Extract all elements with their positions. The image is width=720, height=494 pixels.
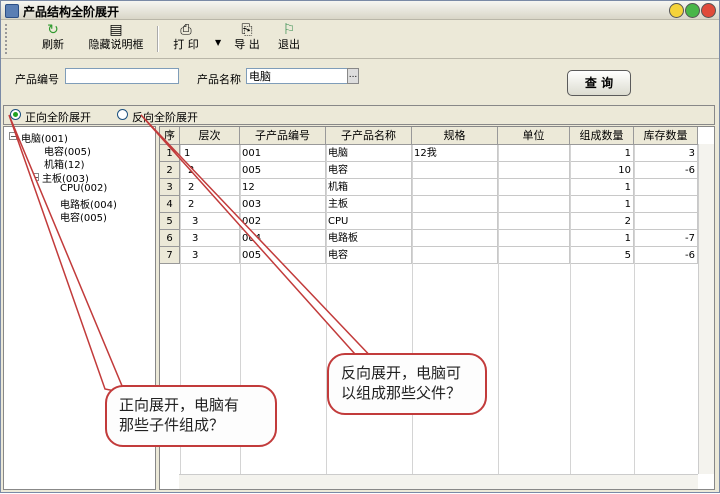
forward-callout: 正向展开，电脑有 那些子件组成？ [105,385,277,447]
reverse-callout-line2: 以组成那些父件？ [341,384,462,402]
forward-callout-line1: 正向展开，电脑有 [119,396,240,414]
reverse-callout-line1: 反向展开，电脑可 [341,364,462,382]
reverse-pointer [140,114,379,364]
forward-callout-line2: 那些子件组成？ [119,416,225,434]
reverse-callout: 反向展开，电脑可 以组成那些父件？ [327,353,487,415]
main-window: 产品结构全阶展开 ↻ 刷新 ▤ 隐藏说明框 ⎙ 打 印 ▼ ⎘ 导 出 ⚐ 退出… [0,0,720,493]
forward-pointer [8,114,127,395]
